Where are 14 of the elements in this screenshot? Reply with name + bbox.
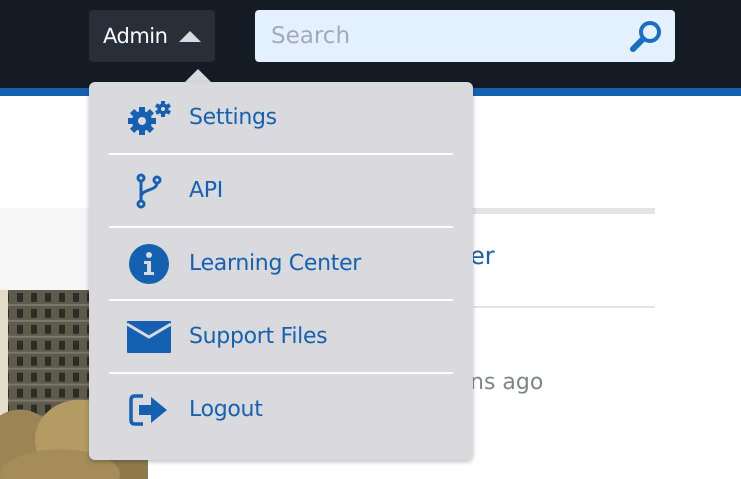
menu-item[interactable]: API	[109, 155, 453, 226]
info-icon	[129, 244, 169, 284]
gears-icon	[126, 100, 172, 136]
search-field[interactable]: Search	[255, 10, 675, 62]
envelope-icon	[127, 320, 171, 352]
account-button[interactable]: Admin	[89, 10, 215, 62]
menu-item[interactable]: Learning Center	[109, 228, 453, 299]
branch-icon	[136, 172, 162, 208]
menu-item[interactable]: Support Files	[109, 301, 453, 372]
caret-icon	[179, 30, 202, 42]
menu-item[interactable]: Logout	[109, 374, 453, 445]
search-icon	[629, 19, 663, 53]
menu-item[interactable]: Settings	[109, 82, 453, 153]
logout-icon	[129, 394, 169, 426]
